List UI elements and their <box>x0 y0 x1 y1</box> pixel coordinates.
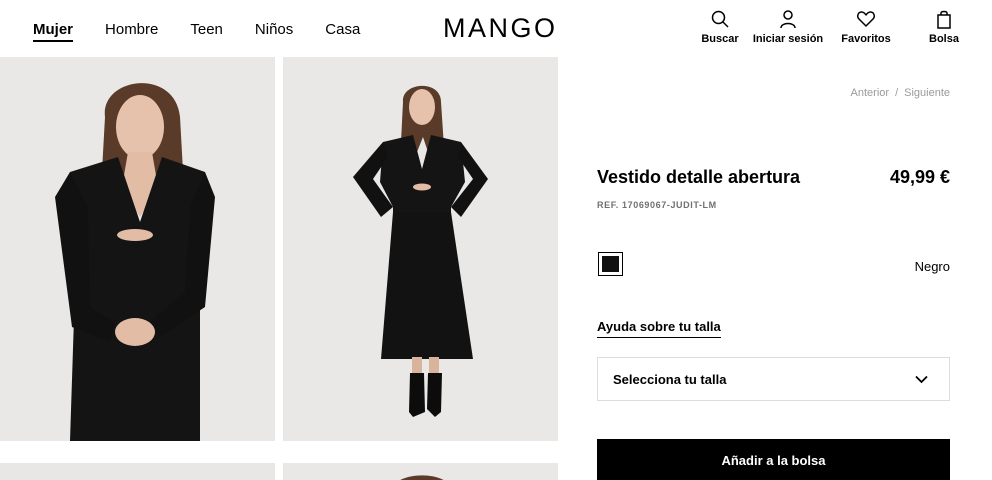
product-title: Vestido detalle abertura <box>597 167 801 187</box>
nav-item-hombre[interactable]: Hombre <box>105 21 158 39</box>
header-actions: Buscar Iniciar sesión Favoritos Bolsa <box>692 9 992 49</box>
next-link[interactable]: Siguiente <box>904 87 950 99</box>
bag-label: Bolsa <box>929 33 959 45</box>
nav-item-mujer[interactable]: Mujer <box>33 21 74 42</box>
bag-icon <box>937 10 951 29</box>
nav-item-teen[interactable]: Teen <box>190 21 223 39</box>
login-button[interactable]: Iniciar sesión <box>752 9 824 45</box>
nav-item-casa[interactable]: Casa <box>325 21 360 39</box>
brand-logo[interactable]: MANGO <box>443 13 558 43</box>
search-label: Buscar <box>701 33 739 45</box>
search-icon <box>711 10 729 28</box>
chevron-down-icon <box>915 375 928 384</box>
favorites-button[interactable]: Favoritos <box>840 9 892 45</box>
site-header: Mujer Hombre Teen Niños Casa MANGO Busca… <box>0 0 992 56</box>
size-select[interactable]: Selecciona tu talla <box>597 357 950 401</box>
previous-link[interactable]: Anterior <box>851 87 890 99</box>
size-select-label: Selecciona tu talla <box>613 372 727 387</box>
color-swatch-fill <box>602 256 619 272</box>
product-photo-2[interactable] <box>283 57 558 441</box>
nav-item-ninos[interactable]: Niños <box>255 21 293 39</box>
main-nav: Mujer Hombre Teen Niños Casa <box>33 21 392 42</box>
color-swatch-negro[interactable] <box>598 252 623 276</box>
favorites-label: Favoritos <box>841 33 891 45</box>
model-hair-illustration <box>283 463 558 480</box>
product-photo-1[interactable] <box>0 57 275 441</box>
model-closeup-illustration <box>0 57 275 441</box>
login-label: Iniciar sesión <box>752 33 824 45</box>
search-button[interactable]: Buscar <box>691 9 749 45</box>
product-ref: REF. 17069067-JUDIT-LM <box>597 200 717 210</box>
add-to-bag-button[interactable]: Añadir a la bolsa <box>597 439 950 480</box>
user-icon <box>780 10 796 29</box>
bag-button[interactable]: Bolsa <box>924 9 964 45</box>
product-photo-4[interactable] <box>283 463 558 480</box>
product-price: 49,99 € <box>889 167 950 187</box>
product-photo-3[interactable] <box>0 463 275 480</box>
model-fullbody-illustration <box>283 57 558 441</box>
selected-color-name: Negro <box>914 259 950 274</box>
size-help-link[interactable]: Ayuda sobre tu talla <box>597 319 721 338</box>
heart-icon <box>857 11 875 27</box>
pager-separator: / <box>895 87 899 99</box>
product-pager: Anterior / Siguiente <box>851 87 950 99</box>
